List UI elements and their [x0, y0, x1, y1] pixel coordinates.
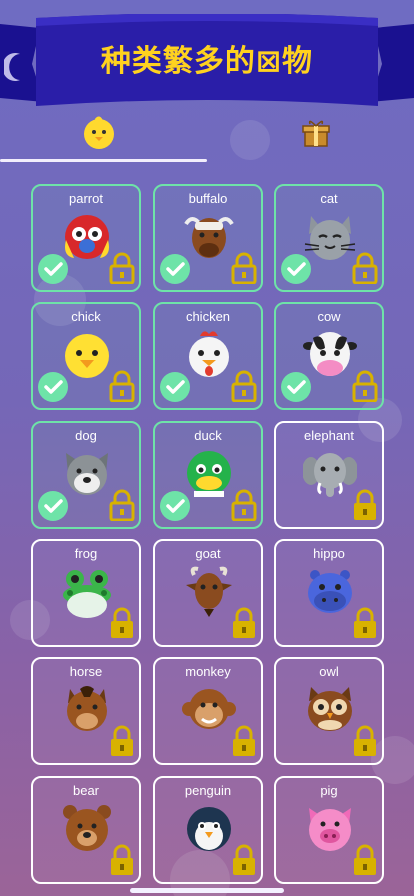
pig-icon	[309, 808, 351, 851]
animal-card-label: owl	[319, 664, 339, 679]
check-icon	[160, 372, 190, 402]
animal-card-hippo[interactable]: hippo	[274, 539, 384, 647]
check-icon	[160, 254, 190, 284]
bear-icon	[63, 805, 111, 851]
owl-icon	[308, 687, 352, 731]
lock-icon	[354, 607, 376, 638]
lock-icon	[233, 607, 255, 638]
lock-icon	[352, 370, 378, 402]
lock-icon	[109, 489, 135, 521]
check-icon	[281, 254, 311, 284]
lock-icon	[231, 370, 257, 402]
animal-card-elephant[interactable]: elephant	[274, 421, 384, 529]
lock-icon	[111, 607, 133, 638]
lock-icon	[354, 489, 376, 520]
animal-card-penguin[interactable]: penguin	[153, 776, 263, 884]
animal-card-owl[interactable]: owl	[274, 657, 384, 765]
animal-card-label: cow	[317, 309, 341, 324]
chick-avatar-icon[interactable]	[82, 116, 116, 150]
lock-icon	[109, 252, 135, 284]
hippo-icon	[308, 570, 352, 613]
lock-icon	[109, 370, 135, 402]
animal-card-label: horse	[69, 664, 103, 679]
check-icon	[38, 254, 68, 284]
animal-card-label: elephant	[304, 428, 354, 443]
lock-icon	[352, 252, 378, 284]
lock-icon	[233, 844, 255, 875]
penguin-icon	[187, 807, 231, 851]
animal-card-label: cat	[320, 191, 338, 206]
animal-card-label: frog	[74, 546, 98, 561]
animal-card-label: chicken	[185, 309, 231, 324]
animal-card-parrot[interactable]: parrot	[31, 184, 141, 292]
check-icon	[281, 372, 311, 402]
animal-card-pig[interactable]: pig	[274, 776, 384, 884]
lock-icon	[354, 844, 376, 875]
monkey-icon	[182, 689, 236, 729]
animal-card-label: parrot	[69, 191, 103, 206]
animal-card-label: penguin	[184, 783, 232, 798]
animal-card-duck[interactable]: duck	[153, 421, 263, 529]
horse-icon	[67, 686, 107, 731]
animal-card-label: duck	[194, 428, 222, 443]
animal-card-frog[interactable]: frog	[31, 539, 141, 647]
check-icon	[38, 491, 68, 521]
animal-card-label: monkey	[185, 664, 231, 679]
animal-card-label: goat	[195, 546, 221, 561]
animal-card-cat[interactable]: cat	[274, 184, 384, 292]
animal-card-label: bear	[72, 783, 100, 798]
elephant-icon	[303, 453, 357, 497]
animal-card-label: chick	[71, 309, 101, 324]
lock-icon	[231, 489, 257, 521]
gift-icon[interactable]	[302, 118, 330, 148]
home-indicator[interactable]	[130, 888, 284, 893]
animal-card-chick[interactable]: chick	[31, 302, 141, 410]
check-icon	[160, 491, 190, 521]
animal-card-goat[interactable]: goat	[153, 539, 263, 647]
animal-card-cow[interactable]: cow	[274, 302, 384, 410]
animal-card-buffalo[interactable]: buffalo	[153, 184, 263, 292]
animal-card-bear[interactable]: bear	[31, 776, 141, 884]
animal-card-chicken[interactable]: chicken	[153, 302, 263, 410]
animal-card-dog[interactable]: dog	[31, 421, 141, 529]
progress-bar	[0, 159, 207, 162]
animal-card-label: buffalo	[188, 191, 228, 206]
animal-card-label: pig	[320, 783, 338, 798]
animal-card-monkey[interactable]: monkey	[153, 657, 263, 765]
page-title: 种类繁多的⊠物	[100, 44, 314, 79]
frog-icon	[63, 570, 111, 618]
lock-icon	[111, 725, 133, 756]
check-icon	[38, 372, 68, 402]
lock-icon	[111, 844, 133, 875]
goat-icon	[186, 566, 232, 617]
animal-card-label: dog	[75, 428, 97, 443]
animal-card-horse[interactable]: horse	[31, 657, 141, 765]
lock-icon	[231, 252, 257, 284]
lock-icon	[233, 725, 255, 756]
lock-icon	[354, 725, 376, 756]
animal-card-label: hippo	[313, 546, 345, 561]
